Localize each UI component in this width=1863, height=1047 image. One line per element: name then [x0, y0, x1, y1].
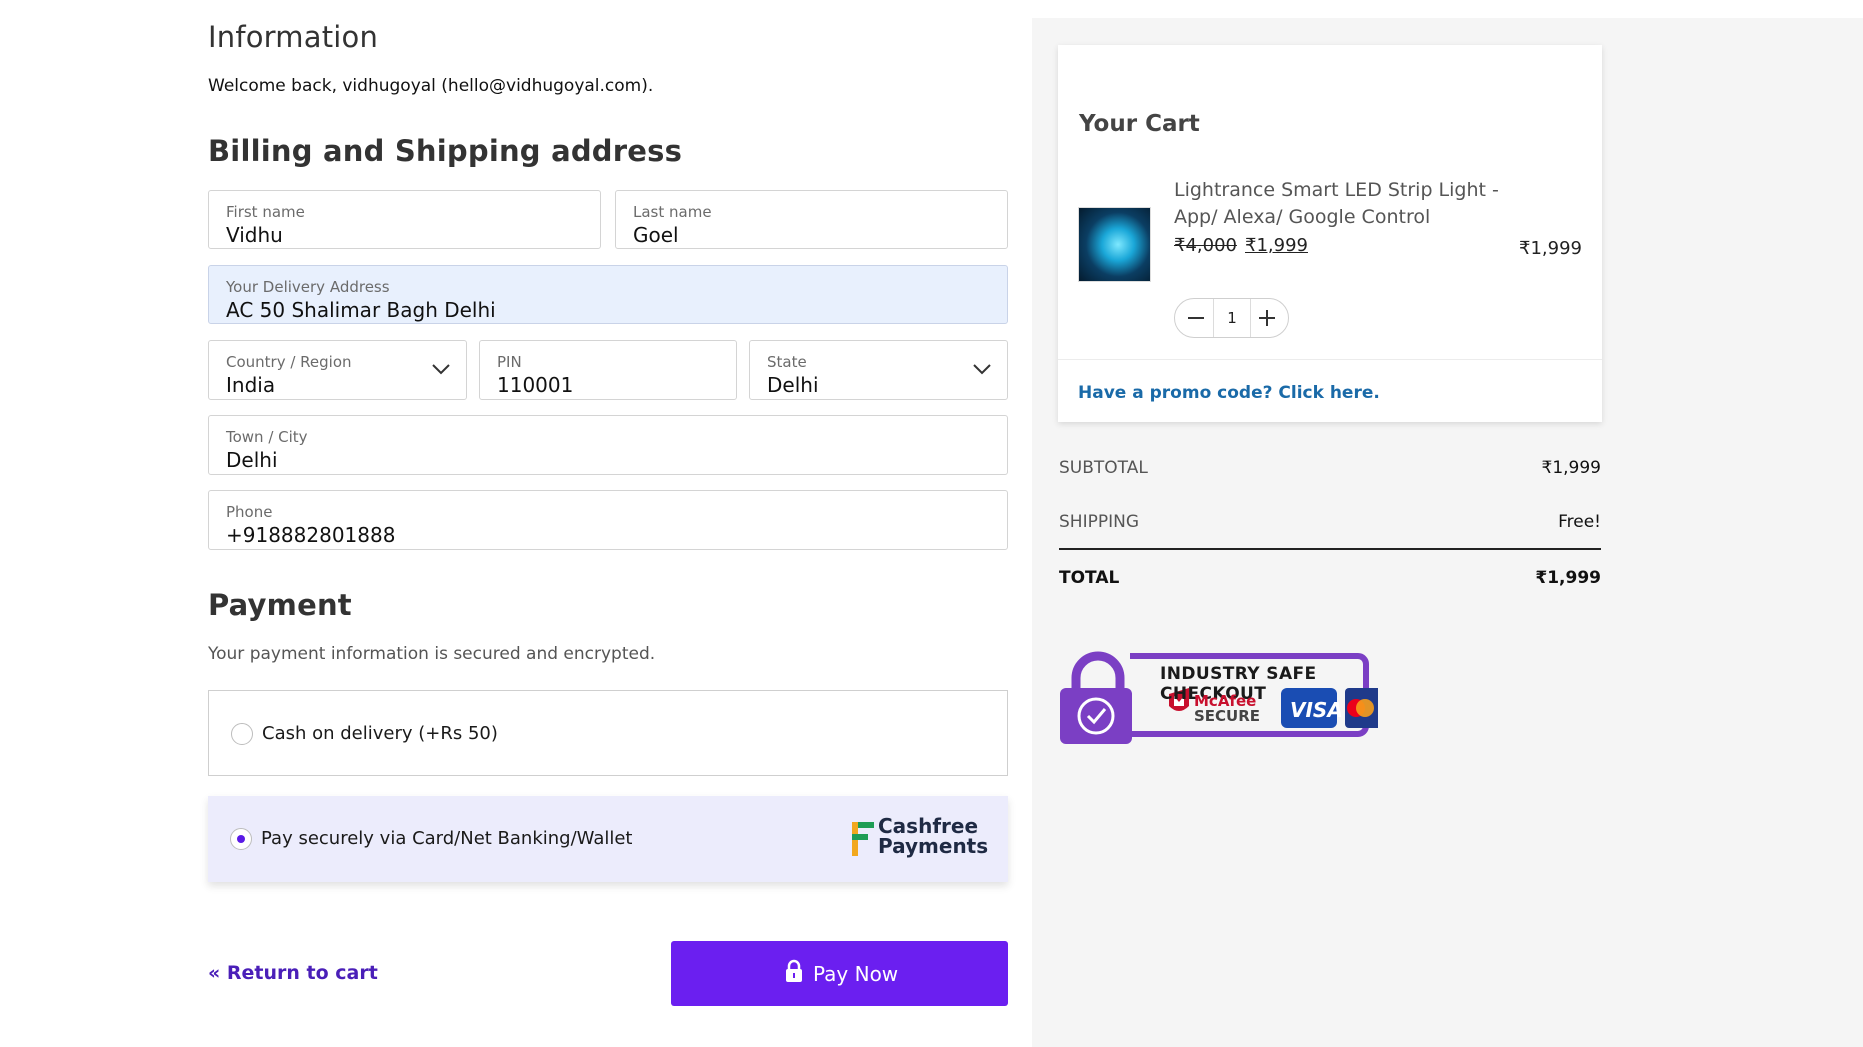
payment-heading: Payment: [208, 588, 352, 622]
return-to-cart-link[interactable]: « Return to cart: [208, 962, 378, 984]
chevron-down-icon: [973, 364, 991, 375]
cart-heading: Your Cart: [1079, 111, 1200, 137]
cod-radio[interactable]: [231, 723, 253, 745]
cart-card: Your Cart Lightrance Smart LED Strip Lig…: [1058, 45, 1602, 422]
total-label: TOTAL: [1059, 568, 1120, 588]
subtotal-label: SUBTOTAL: [1059, 458, 1148, 478]
cod-label: Cash on delivery (+Rs 50): [262, 723, 498, 744]
cashfree-line1: Cashfree: [878, 814, 979, 838]
summary-divider: [1059, 548, 1601, 550]
cashfree-logo: Cashfree Payments: [850, 816, 990, 862]
card-divider: [1058, 359, 1602, 360]
mcafee-line2: SECURE: [1194, 707, 1261, 725]
phone-label: Phone: [226, 503, 273, 521]
pin-value[interactable]: 110001: [497, 373, 573, 397]
online-label: Pay securely via Card/Net Banking/Wallet: [261, 828, 633, 849]
first-name-field[interactable]: First name Vidhu: [208, 190, 601, 249]
checkout-form: Information Welcome back, vidhugoyal (he…: [0, 0, 1032, 1047]
shipping-label: SHIPPING: [1059, 512, 1139, 532]
payment-option-cod[interactable]: Cash on delivery (+Rs 50): [208, 690, 1008, 776]
product-new-price: ₹1,999: [1245, 235, 1308, 256]
information-heading: Information: [208, 20, 379, 54]
last-name-value[interactable]: Goel: [633, 223, 679, 247]
total-value: ₹1,999: [1535, 568, 1601, 588]
state-label: State: [767, 353, 807, 371]
first-name-label: First name: [226, 203, 305, 221]
pin-field[interactable]: PIN 110001: [479, 340, 737, 400]
promo-code-link[interactable]: Have a promo code? Click here.: [1078, 383, 1380, 403]
shipping-value: Free!: [1558, 512, 1601, 532]
subtotal-value: ₹1,999: [1541, 458, 1601, 478]
first-name-value[interactable]: Vidhu: [226, 223, 283, 247]
online-radio[interactable]: [230, 828, 252, 850]
pay-now-label: Pay Now: [813, 962, 899, 986]
payment-secure-note: Your payment information is secured and …: [208, 644, 656, 664]
chevron-down-icon: [432, 364, 450, 375]
mastercard-icon: [1345, 688, 1375, 728]
billing-heading: Billing and Shipping address: [208, 134, 683, 168]
delivery-address-label: Your Delivery Address: [226, 278, 390, 296]
delivery-address-field[interactable]: Your Delivery Address AC 50 Shalimar Bag…: [208, 265, 1008, 324]
payment-option-online[interactable]: Pay securely via Card/Net Banking/Wallet…: [208, 796, 1008, 882]
mcafee-text: McAfee SECURE: [1194, 694, 1260, 724]
town-city-field[interactable]: Town / City Delhi: [208, 415, 1008, 475]
pin-label: PIN: [497, 353, 522, 371]
country-select[interactable]: Country / Region India: [208, 340, 467, 400]
quantity-value[interactable]: 1: [1213, 299, 1251, 337]
safe-checkout-badge: INDUSTRY SAFE CHECKOUT McAfee SECURE VIS…: [1058, 646, 1401, 766]
pay-now-button[interactable]: Pay Now: [671, 941, 1008, 1006]
product-thumbnail[interactable]: [1078, 207, 1151, 282]
welcome-text: Welcome back, vidhugoyal (hello@vidhugoy…: [208, 76, 654, 96]
line-total: ₹1,999: [1519, 238, 1582, 259]
minus-icon[interactable]: [1181, 305, 1211, 331]
cashfree-line2: Payments: [878, 834, 989, 858]
town-city-label: Town / City: [226, 428, 308, 446]
town-city-value[interactable]: Delhi: [226, 448, 278, 472]
country-label: Country / Region: [226, 353, 352, 371]
quantity-stepper[interactable]: 1: [1174, 298, 1289, 338]
last-name-label: Last name: [633, 203, 712, 221]
delivery-address-value[interactable]: AC 50 Shalimar Bagh Delhi: [226, 298, 496, 322]
order-summary-panel: Your Cart Lightrance Smart LED Strip Lig…: [1032, 18, 1863, 1047]
country-value: India: [226, 373, 276, 397]
lock-icon: [786, 959, 802, 982]
phone-field[interactable]: Phone +918882801888: [208, 490, 1008, 550]
state-select[interactable]: State Delhi: [749, 340, 1008, 400]
phone-value[interactable]: +918882801888: [226, 523, 395, 547]
visa-logo-text: VISA: [1290, 698, 1343, 722]
cashfree-mark-icon: [852, 822, 874, 856]
plus-icon[interactable]: [1252, 305, 1282, 331]
state-value: Delhi: [767, 373, 819, 397]
last-name-field[interactable]: Last name Goel: [615, 190, 1008, 249]
product-old-price: ₹4,000: [1174, 235, 1237, 256]
product-name[interactable]: Lightrance Smart LED Strip Light - App/ …: [1174, 177, 1504, 231]
